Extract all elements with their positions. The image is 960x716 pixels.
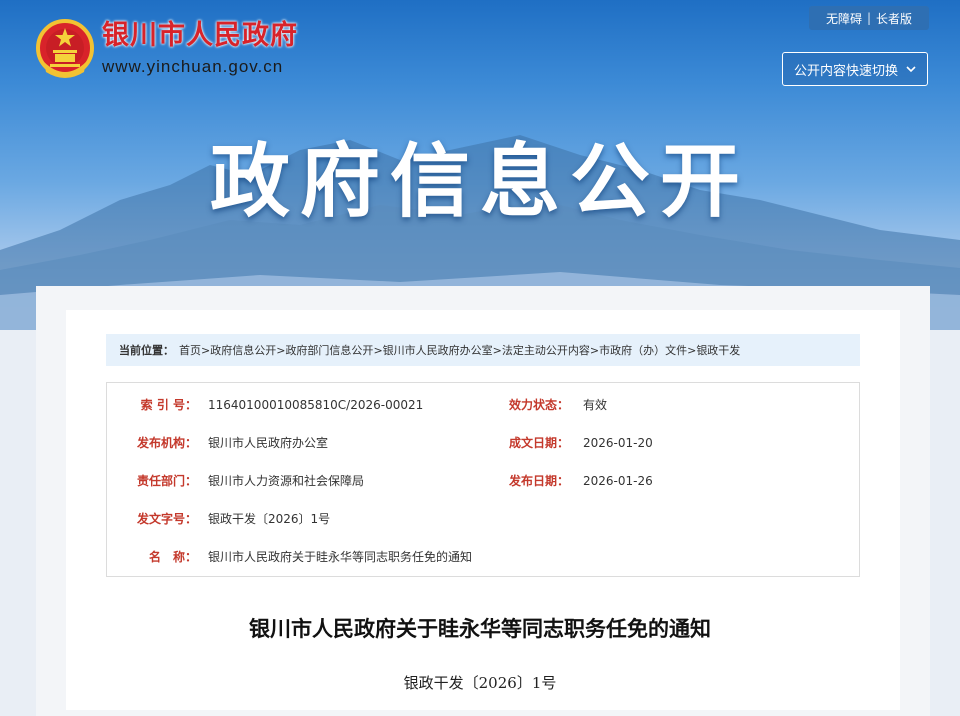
published-date-value: 2026-01-26 [583, 474, 653, 488]
issuer-value: 银川市人民政府办公室 [208, 436, 329, 450]
site-url: www.yinchuan.gov.cn [102, 57, 284, 76]
breadcrumb-item-info-disclosure[interactable]: 政府信息公开 [210, 342, 276, 358]
doc-no-value: 银政干发〔2026〕1号 [208, 512, 331, 526]
validity-value: 有效 [583, 398, 608, 412]
dept-label: 责任部门： [136, 474, 197, 488]
name-label: 名 称： [148, 550, 197, 564]
elder-version-link[interactable]: 长者版 [876, 10, 912, 27]
breadcrumb-separator: > [492, 343, 502, 357]
breadcrumb-item-dept-disclosure[interactable]: 政府部门信息公开 [285, 342, 373, 358]
issuer-label: 发布机构： [136, 436, 197, 450]
breadcrumb-separator: > [589, 343, 600, 357]
breadcrumb-label: 当前位置： [119, 344, 174, 357]
document-number: 银政干发〔2026〕1号 [403, 674, 557, 692]
quick-switch-dropdown[interactable]: 公开内容快速切换 [782, 52, 928, 86]
banner-title: 政府信息公开 [210, 135, 750, 228]
breadcrumb-item-home[interactable]: 首页 [179, 342, 201, 358]
index-no-label: 索 引 号： [140, 398, 197, 412]
breadcrumb-separator: > [373, 343, 383, 357]
quick-switch-label: 公开内容快速切换 [793, 63, 898, 79]
accessibility-link[interactable]: 无障碍 [826, 10, 862, 27]
chevron-down-icon [906, 65, 916, 72]
created-date-value: 2026-01-20 [583, 436, 653, 450]
national-emblem-icon [36, 19, 94, 78]
document-title: 银川市人民政府关于眭永华等同志职务任免的通知 [249, 617, 711, 641]
breadcrumb: 当前位置： 首页 > 政府信息公开 > 政府部门信息公开 > 银川市人民政府办公室 > … [106, 334, 860, 366]
doc-no-label: 发文字号： [136, 512, 197, 526]
name-value: 银川市人民政府关于眭永华等同志职务任免的通知 [208, 550, 473, 564]
created-date-label: 成文日期： [508, 436, 569, 450]
breadcrumb-separator: > [201, 343, 211, 357]
link-separator: | [866, 11, 872, 25]
document-metadata-table: 索 引 号： 11640100010085810C/2026-00021 效力状… [106, 382, 860, 577]
breadcrumb-item-documents[interactable]: 市政府（办）文件 [599, 342, 687, 358]
site-logo[interactable]: 银川市人民政府 www.yinchuan.gov.cn [36, 18, 298, 80]
breadcrumb-item-office[interactable]: 银川市人民政府办公室 [383, 342, 493, 358]
breadcrumb-separator: > [687, 343, 697, 357]
top-links: 无障碍 | 长者版 [809, 6, 929, 30]
site-name: 银川市人民政府 [102, 20, 298, 51]
breadcrumb-item-current[interactable]: 银政干发 [696, 342, 740, 358]
breadcrumb-item-statutory[interactable]: 法定主动公开内容 [502, 342, 590, 358]
breadcrumb-separator: > [276, 343, 286, 357]
published-date-label: 发布日期： [508, 474, 569, 488]
validity-label: 效力状态： [508, 398, 569, 412]
index-no-value: 11640100010085810C/2026-00021 [208, 398, 424, 412]
dept-value: 银川市人力资源和社会保障局 [208, 474, 365, 488]
